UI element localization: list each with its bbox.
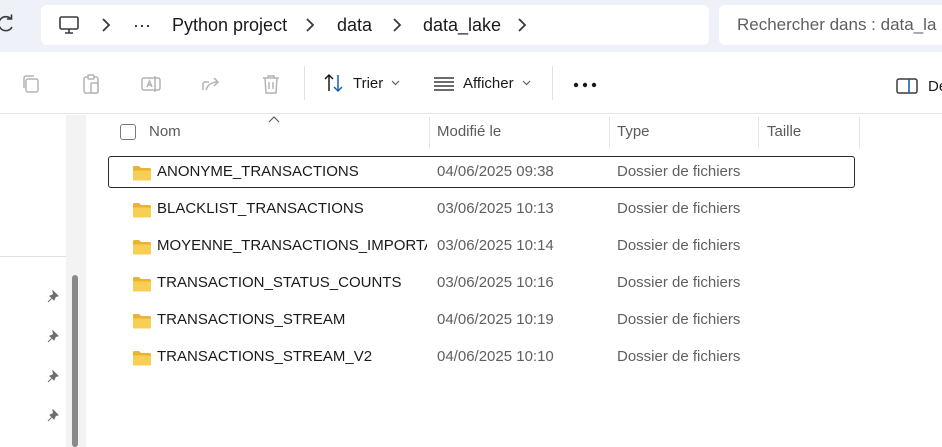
- row-modified: 04/06/2025 10:19: [437, 311, 554, 328]
- row-name: BLACKLIST_TRANSACTIONS: [157, 200, 364, 217]
- share-icon[interactable]: [200, 73, 222, 95]
- table-row[interactable]: MOYENNE_TRANSACTIONS_IMPORTA... 03/06/20…: [108, 230, 855, 262]
- sort-button[interactable]: Trier: [323, 66, 400, 100]
- breadcrumb-item-python-project[interactable]: Python project: [172, 5, 287, 45]
- folder-icon: [133, 166, 151, 181]
- column-header-size[interactable]: Taille: [767, 115, 801, 149]
- more-icon[interactable]: [572, 82, 598, 88]
- copy-icon[interactable]: [20, 73, 42, 95]
- table-row[interactable]: TRANSACTIONS_STREAM 04/06/2025 10:19 Dos…: [108, 304, 855, 336]
- row-type: Dossier de fichiers: [617, 200, 741, 217]
- breadcrumb[interactable]: ··· Python project data data_lake: [41, 5, 709, 45]
- toolbar-separator: [552, 66, 553, 100]
- details-pane-label: Dé: [928, 77, 942, 95]
- row-modified: 04/06/2025 10:10: [437, 348, 554, 365]
- pin-icon[interactable]: [46, 330, 60, 344]
- file-list: Nom Modifié le Type Taille ANONYME_TRANS…: [86, 115, 942, 447]
- row-name: TRANSACTIONS_STREAM_V2: [157, 348, 373, 365]
- chevron-right-icon[interactable]: [99, 17, 113, 33]
- select-all-checkbox[interactable]: [120, 124, 136, 140]
- row-modified: 03/06/2025 10:14: [437, 237, 554, 254]
- folder-icon: [133, 240, 151, 255]
- chevron-right-icon[interactable]: [390, 17, 404, 33]
- command-bar: Trier Afficher: [0, 52, 942, 114]
- sort-icon: [324, 73, 343, 93]
- row-name: TRANSACTIONS_STREAM: [157, 311, 346, 328]
- toolbar-separator: [304, 66, 305, 100]
- table-row[interactable]: TRANSACTIONS_STREAM_V2 04/06/2025 10:10 …: [108, 341, 855, 373]
- nav-divider: [0, 256, 66, 257]
- folder-icon: [133, 351, 151, 366]
- row-modified: 04/06/2025 09:38: [437, 163, 554, 180]
- row-type: Dossier de fichiers: [617, 348, 741, 365]
- details-pane-icon: [896, 78, 918, 94]
- row-type: Dossier de fichiers: [617, 274, 741, 291]
- pin-icon[interactable]: [46, 370, 60, 384]
- table-row[interactable]: TRANSACTION_STATUS_COUNTS 03/06/2025 10:…: [108, 267, 855, 299]
- sort-indicator-icon: [268, 116, 280, 123]
- search-box[interactable]: [719, 5, 942, 45]
- column-divider[interactable]: [609, 117, 610, 149]
- view-button-label: Afficher: [463, 74, 514, 92]
- sort-button-label: Trier: [353, 74, 384, 92]
- row-type: Dossier de fichiers: [617, 237, 741, 254]
- column-header-row: Nom Modifié le Type Taille: [86, 115, 942, 149]
- chevron-right-icon[interactable]: [515, 17, 529, 33]
- breadcrumb-item-data[interactable]: data: [337, 5, 372, 45]
- refresh-icon[interactable]: [0, 14, 16, 34]
- view-icon: [434, 77, 454, 91]
- column-header-modified[interactable]: Modifié le: [437, 115, 501, 149]
- column-divider[interactable]: [859, 117, 860, 149]
- rename-icon[interactable]: [140, 73, 162, 95]
- row-name: TRANSACTION_STATUS_COUNTS: [157, 274, 402, 291]
- paste-icon[interactable]: [80, 73, 102, 95]
- pin-icon[interactable]: [46, 290, 60, 304]
- table-row[interactable]: ANONYME_TRANSACTIONS 04/06/2025 09:38 Do…: [108, 156, 855, 188]
- pin-icon[interactable]: [46, 409, 60, 423]
- row-type: Dossier de fichiers: [617, 163, 741, 180]
- folder-icon: [133, 314, 151, 329]
- navigation-pane: [0, 115, 86, 447]
- breadcrumb-item-data-lake[interactable]: data_lake: [423, 5, 501, 45]
- delete-icon[interactable]: [260, 73, 282, 95]
- row-modified: 03/06/2025 10:16: [437, 274, 554, 291]
- table-row[interactable]: BLACKLIST_TRANSACTIONS 03/06/2025 10:13 …: [108, 193, 855, 225]
- nav-scrollbar-thumb[interactable]: [72, 275, 78, 447]
- search-input[interactable]: [719, 5, 942, 45]
- chevron-down-icon: [391, 80, 400, 86]
- computer-icon[interactable]: [58, 14, 80, 36]
- row-name: ANONYME_TRANSACTIONS: [157, 163, 359, 180]
- view-button[interactable]: Afficher: [433, 66, 531, 100]
- column-divider[interactable]: [758, 117, 759, 149]
- column-header-name[interactable]: Nom: [149, 115, 181, 149]
- column-divider[interactable]: [429, 117, 430, 149]
- chevron-right-icon[interactable]: [303, 17, 317, 33]
- folder-icon: [133, 277, 151, 292]
- folder-icon: [133, 203, 151, 218]
- breadcrumb-overflow[interactable]: ···: [133, 5, 151, 45]
- details-pane-button[interactable]: Dé: [896, 75, 942, 97]
- row-name: MOYENNE_TRANSACTIONS_IMPORTA...: [157, 237, 427, 254]
- row-type: Dossier de fichiers: [617, 311, 741, 328]
- address-bar-row: ··· Python project data data_lake: [0, 0, 942, 52]
- row-modified: 03/06/2025 10:13: [437, 200, 554, 217]
- column-header-type[interactable]: Type: [617, 115, 650, 149]
- chevron-down-icon: [522, 80, 531, 86]
